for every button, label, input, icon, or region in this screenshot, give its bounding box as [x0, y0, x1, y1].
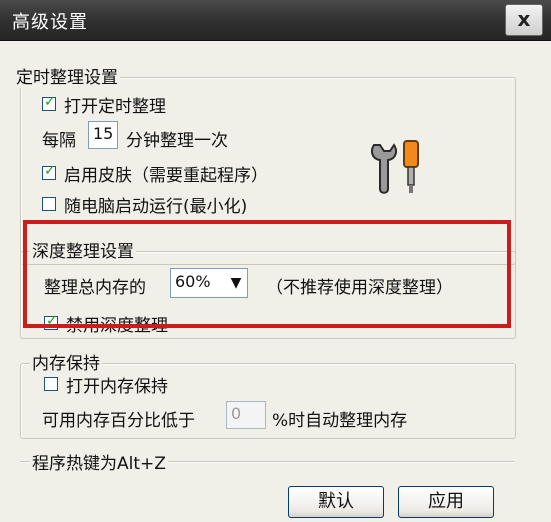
highlight-frame: [23, 220, 511, 328]
default-button[interactable]: 默认: [288, 486, 384, 518]
interval-prefix: 每隔: [42, 131, 76, 151]
timer-group-legend: 定时整理设置: [14, 63, 120, 88]
run-on-startup-checkbox[interactable]: [42, 197, 56, 211]
run-on-startup-label: 随电脑启动运行(最小化): [64, 197, 248, 217]
enable-keep-checkbox[interactable]: [44, 377, 58, 391]
wrench-screwdriver-icon: [368, 139, 424, 202]
memory-keep-legend: 内存保持: [30, 349, 102, 374]
apply-button[interactable]: 应用: [398, 486, 494, 518]
interval-suffix: 分钟整理一次: [126, 131, 228, 151]
threshold-suffix: %时自动整理内存: [272, 411, 408, 431]
settings-panel: 定时整理设置 ✓ 打开定时整理 每隔 15 分钟整理一次 ✓ 启用皮肤（需要重起…: [0, 41, 551, 522]
enable-skin-checkbox[interactable]: ✓: [42, 163, 56, 180]
threshold-prefix: 可用内存百分比低于: [42, 411, 195, 431]
threshold-input[interactable]: 0: [226, 401, 266, 429]
check-mark-icon: ✓: [44, 163, 56, 179]
hotkey-legend: 程序热键为Alt+Z: [30, 449, 168, 474]
enable-skin-label: 启用皮肤（需要重起程序）: [64, 166, 268, 186]
window-title: 高级设置: [12, 12, 88, 33]
title-bar: 高级设置 x: [0, 0, 551, 41]
enable-timer-checkbox[interactable]: ✓: [42, 94, 56, 111]
check-mark-icon: ✓: [44, 94, 56, 110]
close-button[interactable]: x: [505, 4, 543, 36]
interval-input[interactable]: 15: [88, 121, 118, 149]
enable-timer-label: 打开定时整理: [64, 97, 166, 117]
enable-keep-label: 打开内存保持: [66, 377, 168, 397]
